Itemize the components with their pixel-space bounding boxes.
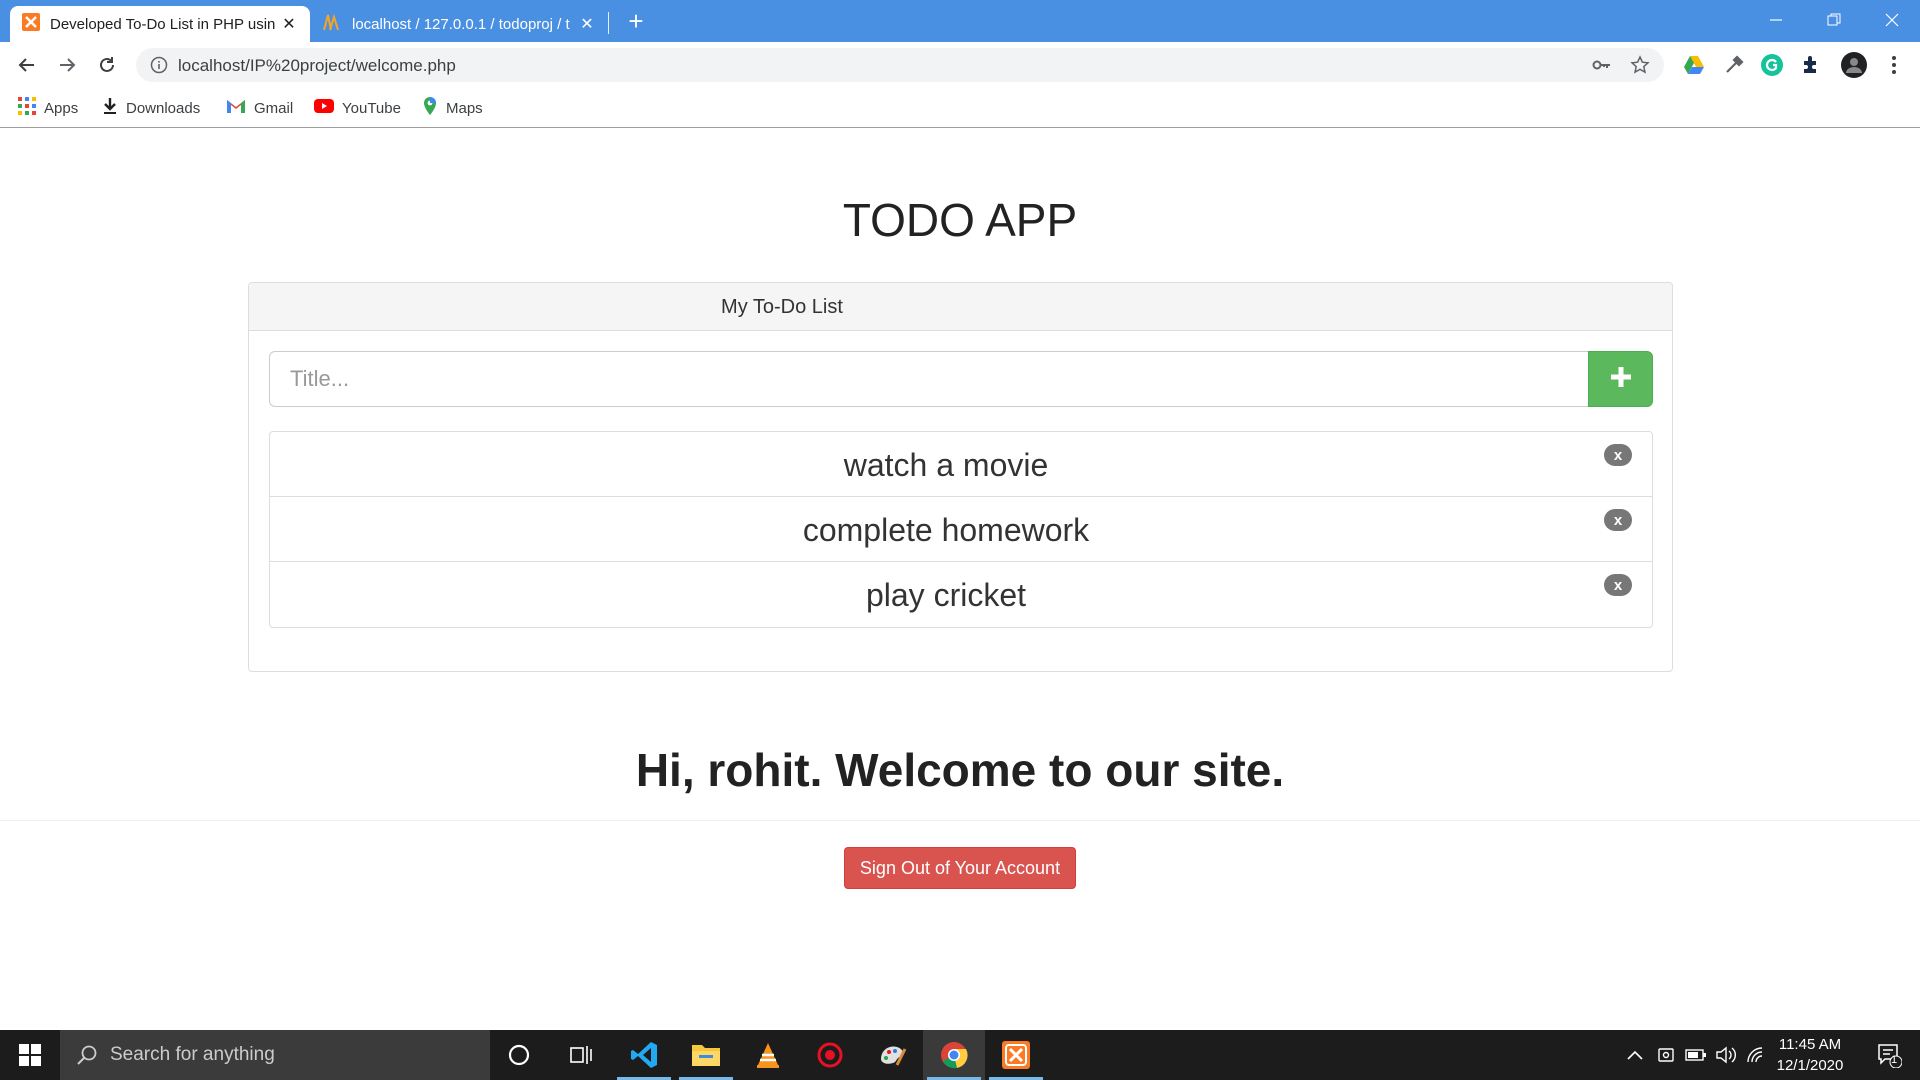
clock-time: 11:45 AM <box>1778 1036 1842 1053</box>
page-title: TODO APP <box>842 194 1078 246</box>
restore-icon[interactable] <box>1806 0 1862 40</box>
todo-list: watch a movie x complete homework x play… <box>269 431 1653 628</box>
bookmark-apps[interactable]: Apps <box>18 96 78 120</box>
welcome-message: Hi, rohit. Welcome to our site. <box>0 743 1920 797</box>
apps-grid-icon <box>18 97 36 119</box>
close-window-icon[interactable] <box>1864 0 1920 40</box>
file-explorer-icon[interactable] <box>675 1030 737 1080</box>
username: rohit <box>707 744 810 796</box>
bookmark-label: Downloads <box>126 99 201 117</box>
cortana-icon[interactable] <box>488 1030 550 1080</box>
delete-todo-button[interactable]: x <box>1604 509 1632 531</box>
tab-active[interactable]: Developed To-Do List in PHP usin ✕ <box>10 6 310 42</box>
panel-title: My To-Do List <box>721 296 843 318</box>
panel-heading: My To-Do List <box>249 283 1672 331</box>
new-tab-button[interactable]: + <box>622 8 650 36</box>
bookmark-label: Maps <box>446 99 483 117</box>
clock-date: 12/1/2020 <box>1776 1057 1844 1074</box>
screen-recorder-icon[interactable] <box>799 1030 861 1080</box>
windows-taskbar: Search for anything 11:45 AM 12/1/2020 1 <box>0 1030 1920 1080</box>
bookmark-gmail[interactable]: Gmail <box>226 96 293 120</box>
bookmark-label: YouTube <box>342 99 401 117</box>
extensions-puzzle-icon[interactable] <box>1800 53 1824 77</box>
back-icon[interactable] <box>10 48 44 82</box>
paint-icon[interactable] <box>861 1030 923 1080</box>
google-drive-icon[interactable] <box>1682 53 1706 77</box>
divider <box>0 820 1920 821</box>
windows-start-icon[interactable] <box>0 1030 60 1080</box>
task-view-icon[interactable] <box>550 1030 612 1080</box>
bookmark-label: Apps <box>44 99 79 117</box>
address-bar[interactable]: localhost/IP%20project/welcome.php <box>136 48 1664 82</box>
phpmyadmin-icon <box>322 13 342 35</box>
forward-icon[interactable] <box>50 48 84 82</box>
sign-out-button[interactable]: Sign Out of Your Account <box>844 847 1076 889</box>
vlc-icon[interactable] <box>737 1030 799 1080</box>
maps-icon <box>422 96 438 120</box>
show-hidden-icons-icon[interactable] <box>1620 1030 1650 1080</box>
battery-icon[interactable] <box>1682 1030 1710 1080</box>
todo-item: play cricket x <box>270 562 1652 627</box>
todo-text: play cricket <box>865 577 1027 613</box>
tab-separator <box>608 12 609 34</box>
youtube-icon <box>314 99 334 117</box>
tab-title: localhost / 127.0.0.1 / todoproj / t <box>352 15 570 33</box>
grammarly-icon[interactable] <box>1760 53 1784 77</box>
tab-inactive[interactable]: localhost / 127.0.0.1 / todoproj / t ✕ <box>310 6 608 42</box>
profile-avatar-icon[interactable] <box>1840 51 1867 78</box>
gmail-icon <box>226 98 246 118</box>
xampp-icon[interactable] <box>985 1030 1047 1080</box>
bookmark-maps[interactable]: Maps <box>422 96 483 120</box>
bookmark-label: Gmail <box>254 99 294 117</box>
bookmark-youtube[interactable]: YouTube <box>314 96 401 120</box>
browser-toolbar: localhost/IP%20project/welcome.php <box>0 42 1920 88</box>
todo-item: complete homework x <box>270 497 1652 562</box>
key-icon[interactable] <box>1592 56 1612 79</box>
taskbar-search-box[interactable]: Search for anything <box>60 1030 490 1080</box>
volume-icon[interactable] <box>1712 1030 1740 1080</box>
taskbar-search-placeholder: Search for anything <box>110 1044 275 1065</box>
eyedropper-icon[interactable] <box>1722 53 1746 77</box>
url-text: localhost/IP%20project/welcome.php <box>178 56 456 75</box>
add-todo-button[interactable] <box>1588 351 1653 407</box>
close-tab-icon[interactable]: ✕ <box>578 15 596 33</box>
bookmark-downloads[interactable]: Downloads <box>102 96 200 120</box>
welcome-suffix: . Welcome to our site. <box>809 744 1285 796</box>
todo-item: watch a movie x <box>270 432 1652 497</box>
todo-title-input[interactable] <box>269 351 1589 407</box>
menu-kebab-icon[interactable] <box>1882 53 1906 77</box>
plus-icon <box>1610 366 1632 393</box>
browser-tabstrip: Developed To-Do List in PHP usin ✕ local… <box>0 0 1920 42</box>
delete-todo-button[interactable]: x <box>1604 444 1632 466</box>
download-icon <box>102 97 118 119</box>
close-tab-icon[interactable]: ✕ <box>280 15 298 33</box>
todo-text: complete homework <box>802 512 1090 548</box>
xampp-icon <box>22 13 40 35</box>
notification-center-icon[interactable]: 1 <box>1866 1030 1912 1080</box>
todo-panel: My To-Do List watch a movie x complete h… <box>248 282 1673 672</box>
welcome-prefix: Hi, <box>635 744 708 796</box>
chrome-icon[interactable] <box>923 1030 985 1080</box>
vscode-icon[interactable] <box>613 1030 675 1080</box>
star-icon[interactable] <box>1630 55 1650 80</box>
notification-count: 1 <box>1891 1054 1898 1066</box>
meet-now-icon[interactable] <box>1652 1030 1680 1080</box>
minimize-icon[interactable] <box>1748 0 1804 40</box>
todo-text: watch a movie <box>843 447 1049 483</box>
search-icon <box>76 1044 98 1072</box>
reload-icon[interactable] <box>90 48 124 82</box>
bookmarks-bar: Apps Downloads Gmail YouTube Maps <box>0 88 1920 128</box>
delete-todo-button[interactable]: x <box>1604 574 1632 596</box>
tab-title: Developed To-Do List in PHP usin <box>50 15 276 33</box>
info-icon[interactable] <box>150 56 168 79</box>
taskbar-clock[interactable]: 11:45 AM 12/1/2020 <box>1760 1034 1860 1076</box>
